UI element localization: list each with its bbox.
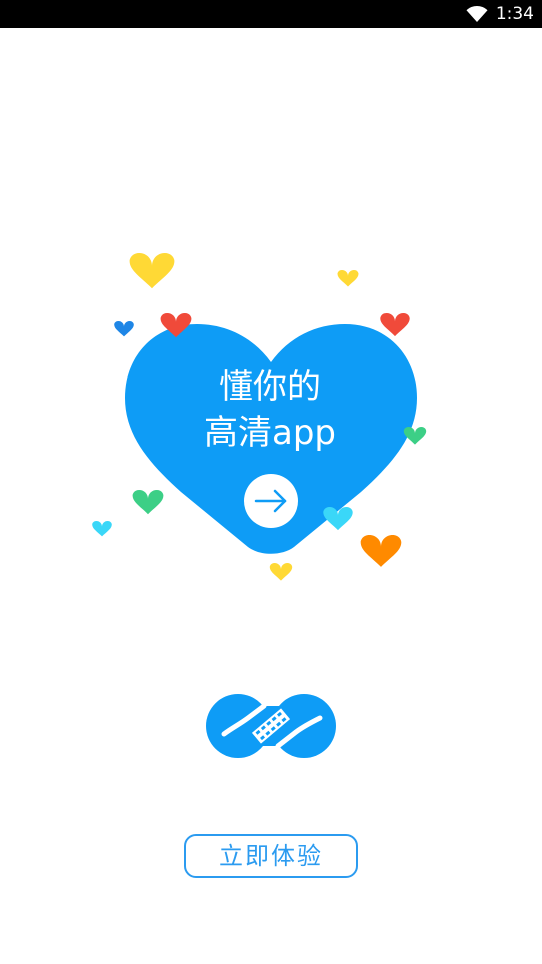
confetti-heart-blue <box>114 321 134 337</box>
confetti-heart-yellow-large <box>129 253 175 289</box>
confetti-heart-orange <box>360 535 402 567</box>
enter-button[interactable] <box>244 474 298 528</box>
confetti-heart-cyan-left <box>92 521 112 537</box>
tagline-line-1: 懂你的 <box>219 367 321 407</box>
hero-tagline: 懂你的 高清app <box>170 364 370 456</box>
arrow-right-icon <box>244 474 298 528</box>
infinity-film-logo-icon <box>204 688 338 764</box>
confetti-heart-yellow-bottom <box>269 563 293 581</box>
tagline-line-2: 高清app <box>204 413 336 453</box>
splash-screen: 1:34 懂你的 高清app 立即体验 <box>0 0 542 964</box>
confetti-heart-green-left <box>132 490 164 515</box>
confetti-heart-red-right <box>380 313 410 337</box>
try-now-button[interactable]: 立即体验 <box>184 834 358 878</box>
confetti-heart-yellow-small <box>337 270 359 287</box>
confetti-heart-green-right <box>403 427 427 445</box>
